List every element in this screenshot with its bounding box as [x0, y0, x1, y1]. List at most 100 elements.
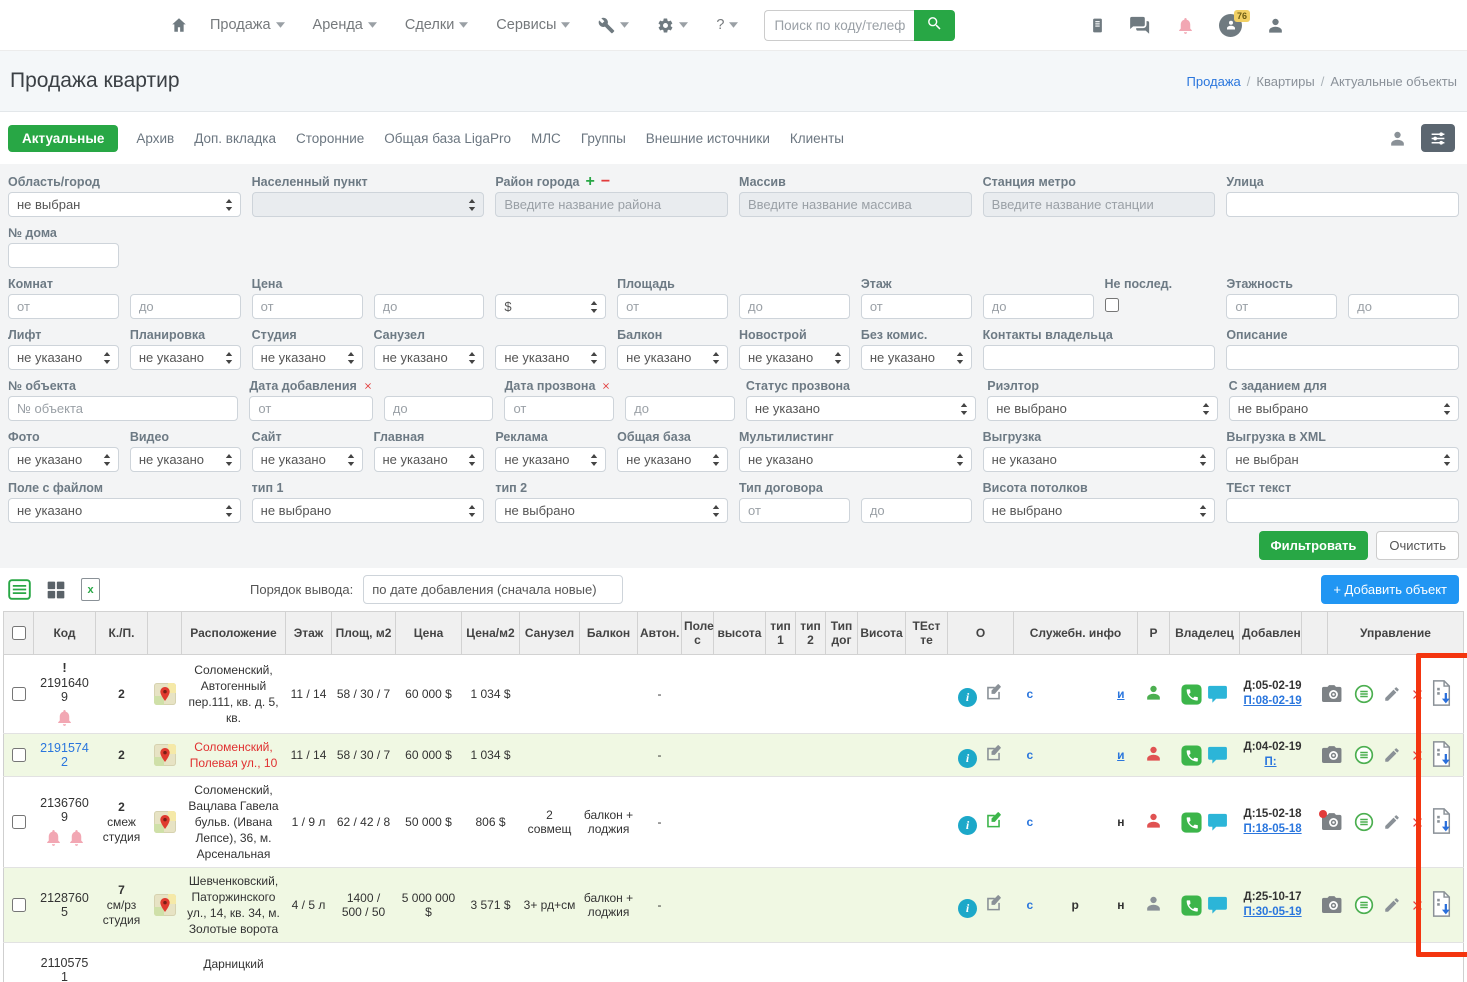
row-checkbox[interactable]: [12, 687, 26, 701]
phone-icon[interactable]: [1181, 745, 1202, 766]
info-icon[interactable]: i: [958, 749, 977, 768]
table-view-icon[interactable]: [8, 579, 31, 600]
export-doc-icon[interactable]: [1431, 891, 1452, 917]
delete-icon[interactable]: [1410, 898, 1425, 913]
row-checkbox[interactable]: [12, 898, 26, 912]
clear-date-icon[interactable]: [363, 381, 373, 391]
photos-icon[interactable]: [1322, 685, 1345, 703]
messages-icon[interactable]: [1129, 16, 1152, 35]
details-list-icon[interactable]: [1354, 812, 1374, 832]
call-date-link[interactable]: П:18-05-18: [1244, 822, 1298, 837]
tab-Актуальные[interactable]: Актуальные: [8, 125, 118, 152]
owner-person-icon[interactable]: [1144, 683, 1163, 702]
nav-menu-Сделки[interactable]: Сделки: [405, 17, 468, 33]
filter-select-Планировка[interactable]: не указано: [130, 345, 241, 370]
map-marker-icon[interactable]: [154, 894, 176, 916]
map-marker-icon[interactable]: [154, 744, 176, 766]
filter-input-Комнат[interactable]: [8, 294, 119, 319]
filter-select-Мультилистинг[interactable]: не указано: [739, 447, 972, 472]
filter-input-до[interactable]: [384, 396, 494, 421]
filter-select-Новострой[interactable]: не указано: [739, 345, 850, 370]
row-checkbox[interactable]: [12, 815, 26, 829]
clear-button[interactable]: Очистить: [1376, 531, 1459, 560]
filter-input-Контакты владельца[interactable]: [983, 345, 1216, 370]
details-list-icon[interactable]: [1354, 745, 1374, 765]
filter-checkbox-Не послед.[interactable]: [1105, 298, 1119, 312]
chat-icon[interactable]: [1207, 685, 1228, 703]
filter-input-до[interactable]: [983, 294, 1094, 319]
filter-input-Тип договора[interactable]: [739, 498, 850, 523]
nav-menu-wrench[interactable]: [598, 17, 629, 34]
chat-icon[interactable]: [1207, 746, 1228, 764]
select-all-checkbox[interactable]: [12, 626, 26, 640]
search-button[interactable]: [914, 10, 955, 41]
call-date-link[interactable]: П:: [1244, 755, 1298, 770]
nav-menu-gear[interactable]: [657, 17, 688, 34]
tab-Клиенты[interactable]: Клиенты: [788, 125, 846, 152]
delete-icon[interactable]: [1410, 815, 1425, 830]
map-marker-icon[interactable]: [154, 811, 176, 833]
object-code[interactable]: 21915742: [38, 741, 92, 769]
edit-object-icon[interactable]: [1383, 746, 1401, 764]
edit-object-icon[interactable]: [1383, 896, 1401, 914]
filter-select-тип 1[interactable]: не выбрано: [252, 498, 485, 523]
nav-menu-Продажа[interactable]: Продажа: [210, 17, 285, 33]
filter-input-до[interactable]: [130, 294, 241, 319]
tab-МЛС[interactable]: МЛС: [529, 125, 563, 152]
tab-Доп. вкладка[interactable]: Доп. вкладка: [192, 125, 278, 152]
filter-input-Массив[interactable]: [739, 192, 972, 217]
filter-select-Видео[interactable]: не указано: [130, 447, 241, 472]
edit-object-icon[interactable]: [1383, 813, 1401, 831]
filter-select-Лифт[interactable]: не указано: [8, 345, 119, 370]
filter-input-Площадь[interactable]: [617, 294, 728, 319]
map-marker-icon[interactable]: [154, 683, 176, 705]
call-date-link[interactable]: П:30-05-19: [1244, 905, 1298, 920]
owner-person-icon[interactable]: [1144, 744, 1163, 763]
filter-select-unlabeled[interactable]: $: [495, 294, 606, 319]
filter-select-unlabeled[interactable]: не указано: [495, 345, 606, 370]
filter-select-Фото[interactable]: не указано: [8, 447, 119, 472]
filter-input-Дата прозвона[interactable]: [504, 396, 614, 421]
row-checkbox[interactable]: [12, 748, 26, 762]
filter-select-Реклама[interactable]: не указано: [495, 447, 606, 472]
info-icon[interactable]: i: [958, 688, 977, 707]
filter-button[interactable]: Фильтровать: [1259, 531, 1369, 560]
profile-icon[interactable]: [1266, 16, 1285, 35]
filter-input-Этажность[interactable]: [1226, 294, 1337, 319]
edit-icon[interactable]: [984, 810, 1003, 829]
filter-input-№ дома[interactable]: [8, 243, 119, 268]
filter-select-тип 2[interactable]: не выбрано: [495, 498, 728, 523]
filter-select-Санузел[interactable]: не указано: [374, 345, 485, 370]
tab-Внешние источники[interactable]: Внешние источники: [644, 125, 772, 152]
nav-menu-Сервисы[interactable]: Сервисы: [496, 17, 570, 33]
photos-icon[interactable]: [1322, 896, 1345, 914]
filter-select-Балкон[interactable]: не указано: [617, 345, 728, 370]
filter-select-Без комис.[interactable]: не указано: [861, 345, 972, 370]
device-icon[interactable]: [1090, 16, 1105, 35]
chat-icon[interactable]: [1207, 813, 1228, 831]
person-icon[interactable]: [1388, 129, 1407, 148]
edit-object-icon[interactable]: [1383, 685, 1401, 703]
filter-input-Цена[interactable]: [252, 294, 363, 319]
info-icon[interactable]: i: [958, 899, 977, 918]
filter-select-Висота потолков[interactable]: не выбрано: [983, 498, 1216, 523]
add-object-button[interactable]: + Добавить объект: [1321, 575, 1459, 604]
filter-input-до[interactable]: [1348, 294, 1459, 319]
filter-select-Поле с файлом[interactable]: не указано: [8, 498, 241, 523]
filter-input-ТЕст текст[interactable]: [1226, 498, 1459, 523]
filter-select-Выгрузка в XML[interactable]: не выбран: [1226, 447, 1459, 472]
filter-input-Описание[interactable]: [1226, 345, 1459, 370]
edit-icon[interactable]: [984, 682, 1003, 701]
tab-Группы[interactable]: Группы: [579, 125, 628, 152]
filter-input-№ объекта[interactable]: [8, 396, 238, 421]
phone-icon[interactable]: [1181, 812, 1202, 833]
export-doc-icon[interactable]: [1431, 741, 1452, 767]
filter-input-Этаж[interactable]: [861, 294, 972, 319]
tab-Архив[interactable]: Архив: [134, 125, 176, 152]
breadcrumb-item[interactable]: Продажа: [1187, 74, 1241, 89]
tab-Сторонние[interactable]: Сторонние: [294, 125, 366, 152]
nav-menu-?[interactable]: ?: [716, 17, 738, 33]
search-input[interactable]: [764, 10, 914, 41]
add-icon[interactable]: +: [585, 177, 594, 187]
filter-select-Выгрузка[interactable]: не указано: [983, 447, 1216, 472]
